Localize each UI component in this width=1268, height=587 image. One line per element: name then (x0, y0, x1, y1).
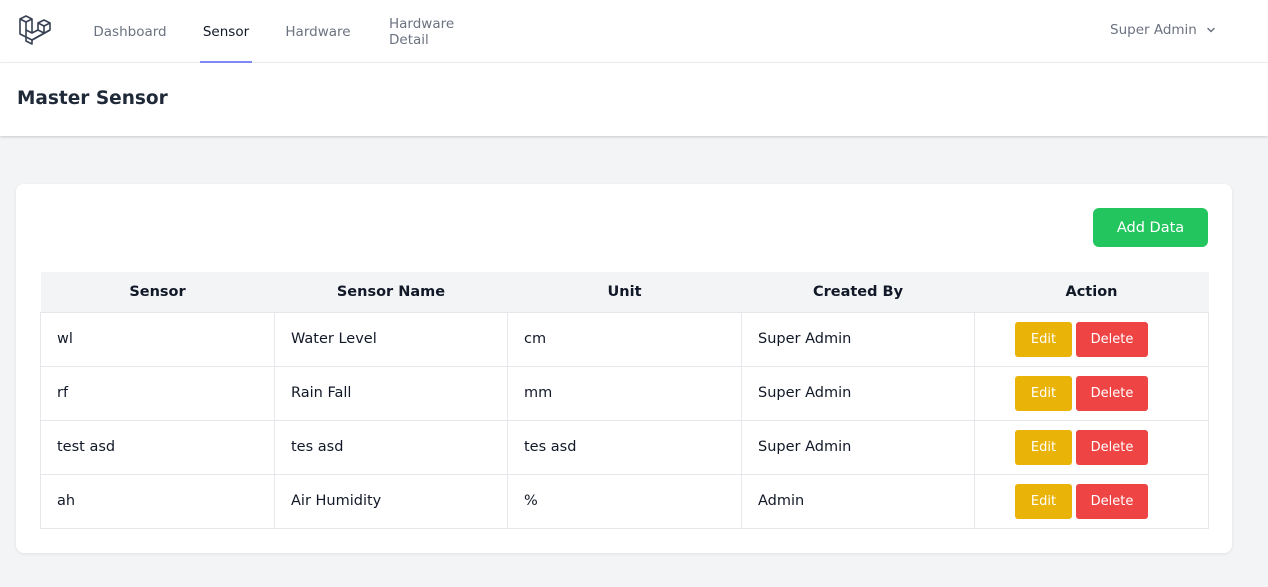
edit-button[interactable]: Edit (1015, 483, 1072, 519)
nav-dashboard-label: Dashboard (93, 23, 167, 40)
cell-actions: Edit Delete (974, 419, 1209, 475)
cell-actions: Edit Delete (974, 473, 1209, 529)
column-header-action: Action (974, 272, 1209, 312)
table-row: wl Water Level cm Super Admin Edit Delet… (40, 311, 1209, 367)
nav-dashboard[interactable]: Dashboard (93, 0, 167, 63)
nav-hardware[interactable]: Hardware (285, 0, 351, 63)
nav-hardware-label: Hardware (285, 23, 351, 40)
cell-unit: tes asd (507, 419, 742, 475)
cell-actions: Edit Delete (974, 311, 1209, 367)
delete-button[interactable]: Delete (1076, 483, 1148, 519)
cell-created-by: Admin (741, 473, 975, 529)
delete-button[interactable]: Delete (1076, 429, 1148, 465)
column-header-unit: Unit (507, 272, 742, 312)
top-navigation: Dashboard Sensor Hardware Hardware Detai… (0, 0, 1268, 63)
cell-unit: cm (507, 311, 742, 367)
column-header-sensor: Sensor (40, 272, 275, 312)
cell-unit: mm (507, 365, 742, 421)
edit-button[interactable]: Edit (1015, 321, 1072, 357)
cell-created-by: Super Admin (741, 365, 975, 421)
edit-button[interactable]: Edit (1015, 375, 1072, 411)
cell-unit: % (507, 473, 742, 529)
add-data-button[interactable]: Add Data (1093, 208, 1208, 247)
page-title: Master Sensor (17, 88, 168, 109)
column-header-sensor-name: Sensor Name (274, 272, 508, 312)
cell-sensor-name: tes asd (274, 419, 508, 475)
user-menu-dropdown[interactable]: Super Admin (1110, 19, 1217, 41)
cell-created-by: Super Admin (741, 311, 975, 367)
cell-created-by: Super Admin (741, 419, 975, 475)
column-header-created-by: Created By (741, 272, 975, 312)
table-row: rf Rain Fall mm Super Admin Edit Delete (40, 365, 1209, 421)
page-header: Master Sensor (0, 63, 1268, 136)
chevron-down-icon (1207, 27, 1215, 33)
user-name: Super Admin (1110, 22, 1197, 38)
table-header-row: Sensor Sensor Name Unit Created By Actio… (40, 272, 1209, 312)
delete-button[interactable]: Delete (1076, 375, 1148, 411)
sensor-table: Sensor Sensor Name Unit Created By Actio… (40, 272, 1209, 529)
nav-hardware-detail-label: Hardware Detail (389, 15, 455, 48)
cell-sensor-name: Air Humidity (274, 473, 508, 529)
nav-hardware-detail[interactable]: Hardware Detail (389, 0, 491, 63)
edit-button[interactable]: Edit (1015, 429, 1072, 465)
cell-sensor: test asd (40, 419, 275, 475)
table-row: ah Air Humidity % Admin Edit Delete (40, 473, 1209, 529)
table-row: test asd tes asd tes asd Super Admin Edi… (40, 419, 1209, 475)
nav-sensor[interactable]: Sensor (200, 0, 252, 63)
cell-sensor: rf (40, 365, 275, 421)
delete-button[interactable]: Delete (1076, 321, 1148, 357)
cell-actions: Edit Delete (974, 365, 1209, 421)
cell-sensor: wl (40, 311, 275, 367)
sensor-card: Add Data Sensor Sensor Name Unit Created… (16, 184, 1232, 553)
cell-sensor: ah (40, 473, 275, 529)
cell-sensor-name: Rain Fall (274, 365, 508, 421)
nav-sensor-label: Sensor (202, 23, 250, 40)
app-logo-icon[interactable] (18, 13, 52, 47)
cell-sensor-name: Water Level (274, 311, 508, 367)
